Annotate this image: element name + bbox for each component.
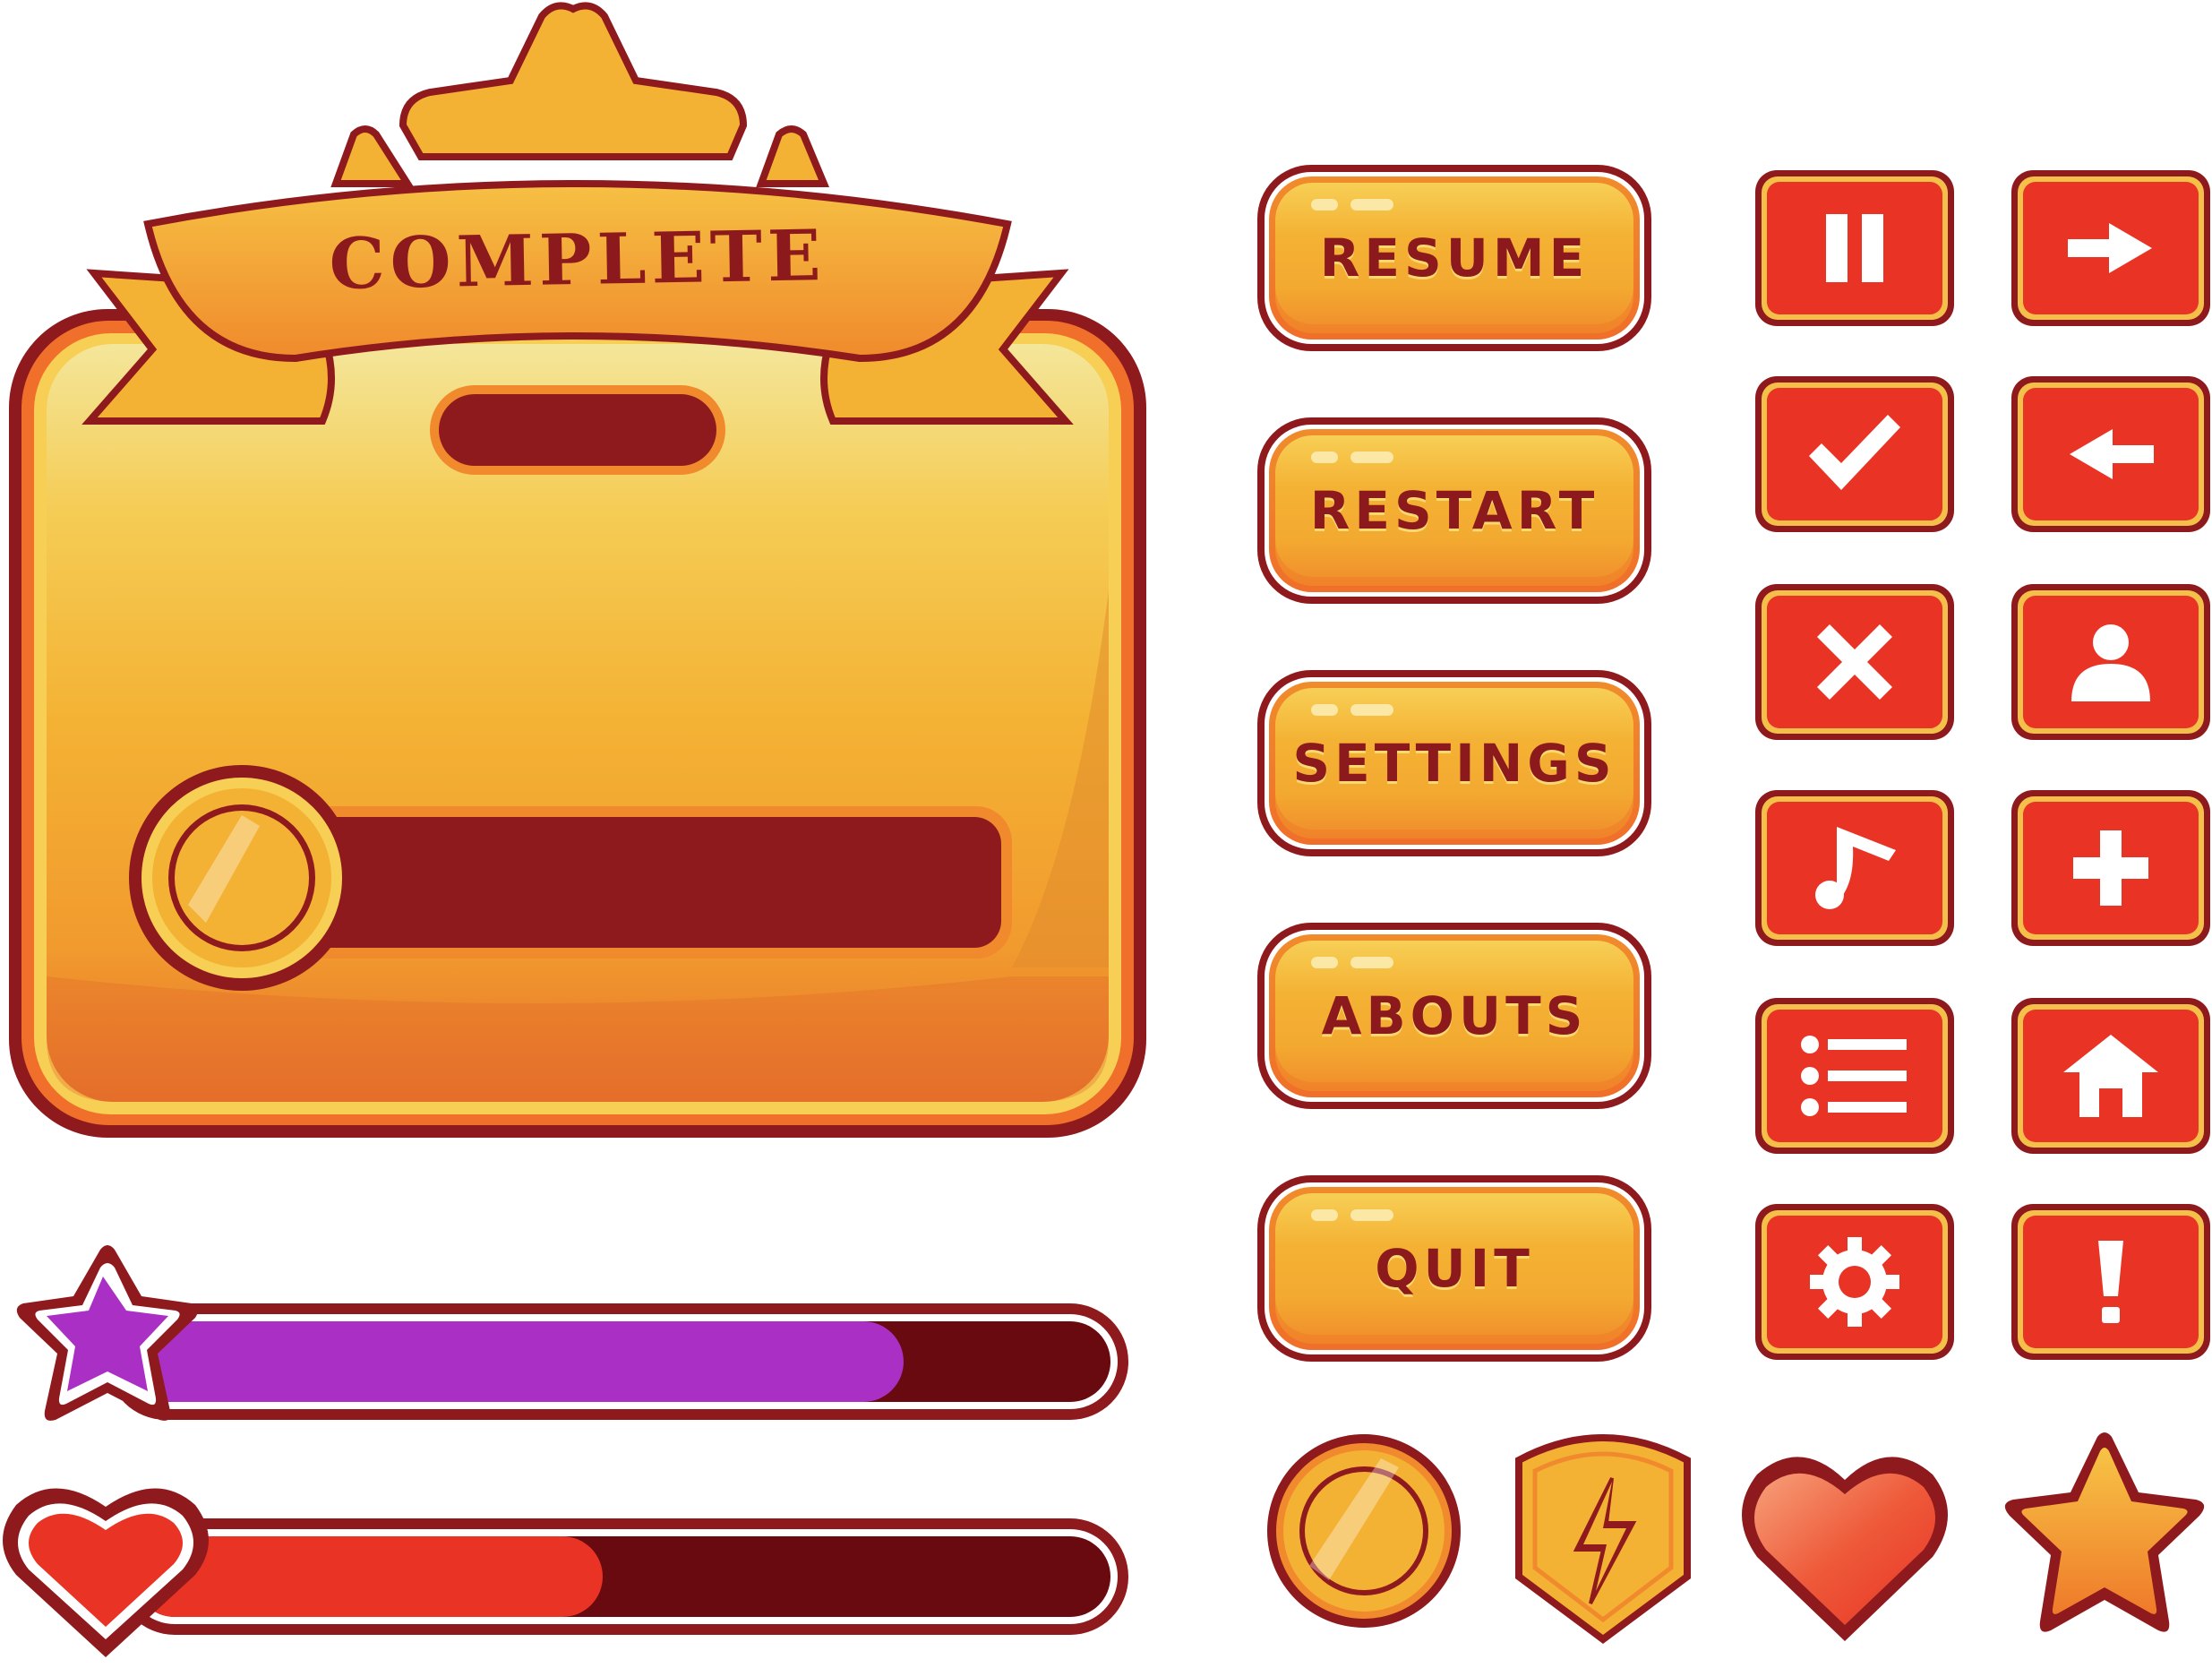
star-icon [1999, 1430, 2210, 1641]
music-button[interactable] [1755, 790, 1954, 946]
music-icon [1815, 827, 1896, 909]
arrow-right-icon [2068, 223, 2152, 273]
profile-button[interactable] [2011, 584, 2210, 740]
confirm-button[interactable] [1755, 376, 1954, 532]
resume-button[interactable]: RESUME [1257, 165, 1651, 351]
quit-button[interactable]: QUIT [1257, 1175, 1651, 1362]
energy-shield-icon [1513, 1424, 1693, 1645]
gear-icon [1810, 1237, 1899, 1327]
list-icon [1801, 1036, 1907, 1116]
pause-icon [1826, 214, 1883, 282]
abouts-label: ABOUTS [1321, 985, 1588, 1046]
list-button[interactable] [1755, 998, 1954, 1154]
resume-label: RESUME [1319, 228, 1590, 288]
coin-icon [1265, 1432, 1463, 1630]
quit-label: QUIT [1375, 1238, 1534, 1299]
restart-label: RESTART [1309, 480, 1599, 541]
abouts-button[interactable]: ABOUTS [1257, 923, 1651, 1109]
user-icon [2071, 624, 2150, 701]
panel-title: COMPLETE [328, 215, 827, 305]
heart-progress-bar [0, 1469, 1137, 1668]
back-button[interactable] [2011, 376, 2210, 532]
settings-gear-button[interactable] [1755, 1204, 1954, 1360]
complete-panel: COMPLETE [0, 0, 1155, 1147]
close-icon [1817, 624, 1892, 700]
home-icon [2063, 1035, 2158, 1117]
next-button[interactable] [2011, 170, 2210, 326]
alert-button[interactable] [2011, 1204, 2210, 1360]
check-icon [1809, 415, 1900, 490]
star-bar-fill [125, 1321, 904, 1402]
plus-icon [2073, 830, 2148, 906]
pause-button[interactable] [1755, 170, 1954, 326]
settings-label: SETTINGS [1292, 733, 1616, 794]
restart-button[interactable]: RESTART [1257, 417, 1651, 604]
close-button[interactable] [1755, 584, 1954, 740]
star-progress-bar [0, 1241, 1137, 1456]
settings-button[interactable]: SETTINGS [1257, 670, 1651, 856]
exclamation-icon [2098, 1241, 2123, 1323]
heart-icon [1737, 1442, 1952, 1648]
add-button[interactable] [2011, 790, 2210, 946]
home-button[interactable] [2011, 998, 2210, 1154]
arrow-left-icon [2070, 429, 2154, 479]
